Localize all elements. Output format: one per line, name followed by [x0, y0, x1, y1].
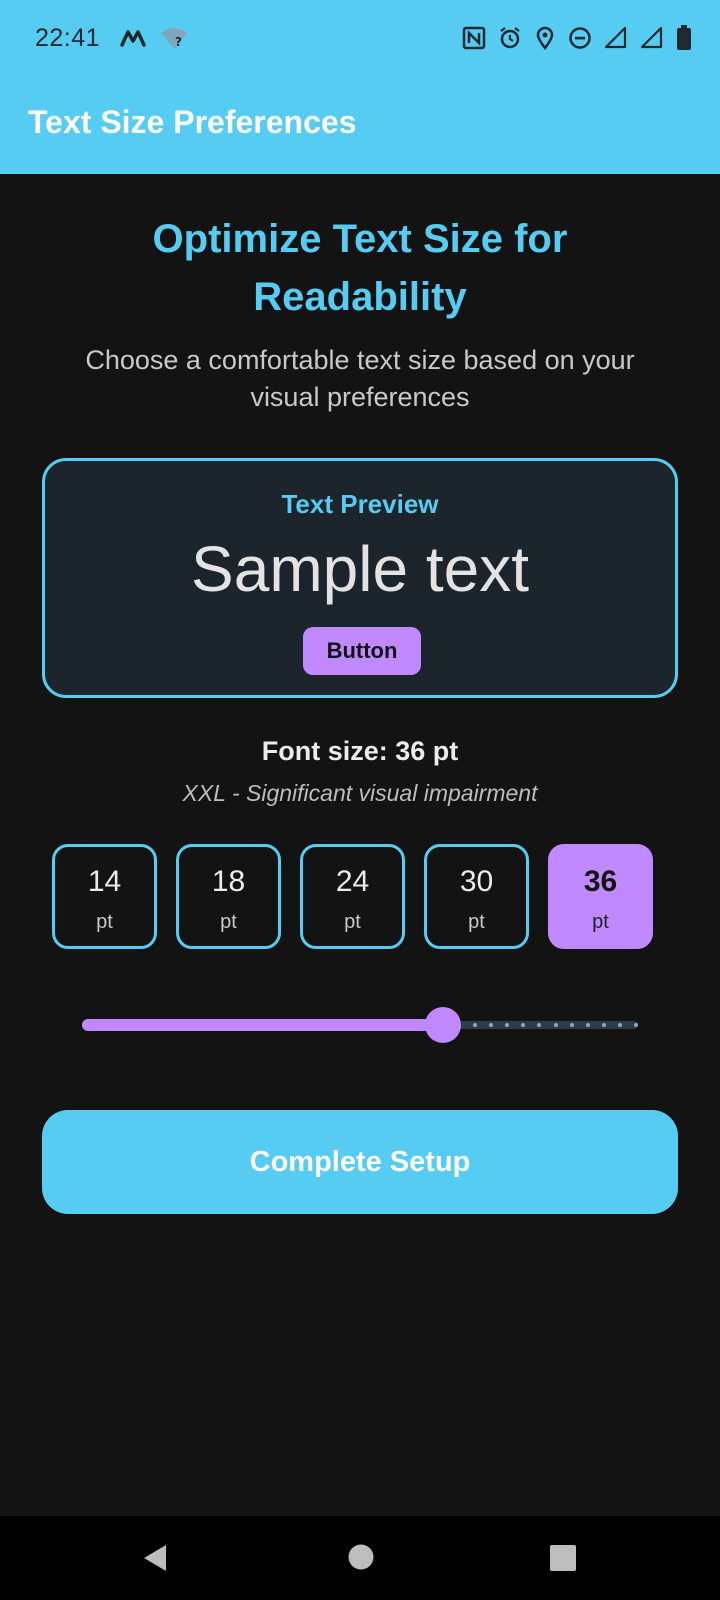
screen: 22:41 ? Text Size Preferences Optimize T… — [0, 0, 720, 1600]
size-option-unit: pt — [344, 911, 361, 933]
size-option-unit: pt — [220, 911, 237, 933]
battery-icon — [676, 25, 692, 51]
slider-tick — [618, 1023, 622, 1027]
nfc-icon — [462, 26, 486, 50]
top-app-area: 22:41 ? Text Size Preferences — [0, 0, 720, 174]
slider-tick — [505, 1023, 509, 1027]
size-option-value: 18 — [211, 865, 246, 898]
slider-tick — [537, 1023, 541, 1027]
size-option-unit: pt — [592, 911, 609, 933]
size-option-value: 24 — [335, 865, 370, 898]
status-time: 22:41 — [35, 23, 101, 52]
location-icon — [534, 26, 556, 50]
slider-track-active — [82, 1019, 443, 1031]
slider-tick — [521, 1023, 525, 1027]
size-option-36[interactable]: 36 pt — [548, 844, 653, 949]
slider-tick — [554, 1023, 558, 1027]
font-size-label: Font size: 36 pt — [261, 736, 459, 766]
complete-setup-button[interactable]: Complete Setup — [42, 1110, 678, 1214]
size-option-30[interactable]: 30 pt — [424, 844, 529, 949]
preview-button[interactable]: Button — [303, 627, 421, 675]
preview-sample-text: Sample text — [191, 533, 529, 605]
signal-icon-2 — [640, 26, 664, 50]
preview-label: Text Preview — [281, 489, 439, 519]
m-logo-icon — [120, 29, 146, 47]
page-headline: Optimize Text Size for Readability — [152, 217, 568, 319]
recents-icon[interactable] — [550, 1545, 576, 1576]
dnd-icon — [568, 26, 592, 50]
slider-tick — [570, 1023, 574, 1027]
slider-tick — [634, 1023, 638, 1027]
size-option-unit: pt — [468, 911, 485, 933]
font-size-description: XXL - Significant visual impairment — [182, 780, 538, 806]
size-options: 14 pt 18 pt 24 pt 30 pt 36 pt — [52, 844, 672, 950]
text-preview-card: Text Preview Sample text Button — [42, 458, 678, 698]
status-bar: 22:41 ? — [0, 0, 720, 76]
alarm-icon — [498, 26, 522, 50]
navigation-bar — [0, 1516, 720, 1600]
size-option-value: 14 — [87, 865, 122, 898]
font-size-slider[interactable] — [82, 1000, 638, 1050]
slider-tick — [473, 1023, 477, 1027]
size-option-14[interactable]: 14 pt — [52, 844, 157, 949]
size-option-unit: pt — [96, 911, 113, 933]
home-icon[interactable] — [348, 1544, 374, 1575]
svg-text:?: ? — [175, 35, 182, 49]
slider-tick — [586, 1023, 590, 1027]
status-right-icons — [462, 25, 692, 51]
wifi-question-icon: ? — [160, 26, 188, 50]
slider-tick — [602, 1023, 606, 1027]
size-option-18[interactable]: 18 pt — [176, 844, 281, 949]
app-bar-title: Text Size Preferences — [28, 104, 357, 140]
slider-thumb[interactable] — [425, 1007, 461, 1043]
size-option-value: 30 — [459, 865, 494, 898]
page-subtext: Choose a comfortable text size based on … — [85, 345, 635, 412]
size-option-value: 36 — [583, 865, 618, 898]
size-option-24[interactable]: 24 pt — [300, 844, 405, 949]
status-left-icons: ? — [120, 26, 188, 50]
back-icon[interactable] — [140, 1542, 170, 1579]
slider-tick — [489, 1023, 493, 1027]
signal-icon — [604, 26, 628, 50]
